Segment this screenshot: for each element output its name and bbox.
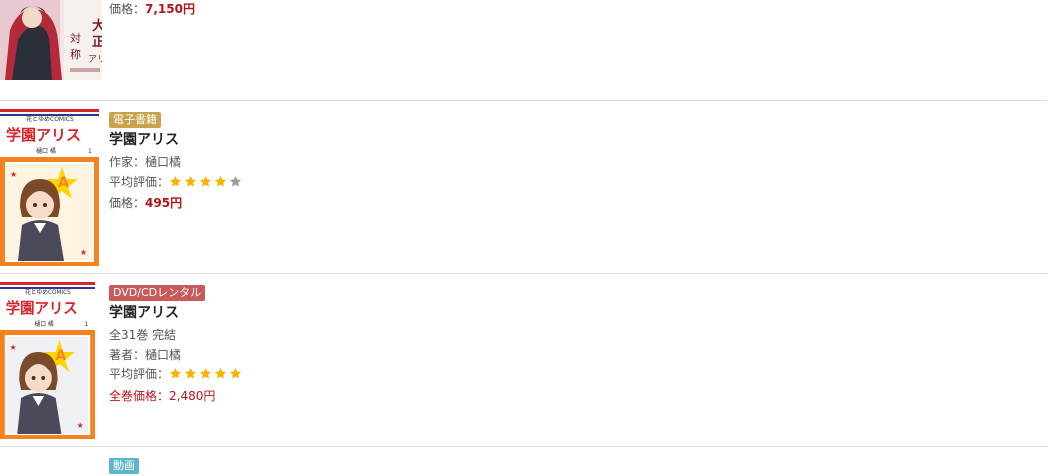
star-filled-icon: [184, 175, 197, 188]
rating-label: 平均評価：: [109, 174, 170, 189]
svg-text:アリス: アリス: [88, 55, 102, 65]
author-line: 作家：樋口橘: [109, 155, 182, 169]
svg-text:★: ★: [10, 343, 17, 352]
product-item[interactable]: 動画: [0, 447, 1047, 474]
rating-stars: [169, 175, 244, 195]
rating-label: 平均評価：: [109, 367, 170, 381]
rating-line: 平均評価：: [109, 365, 244, 387]
total-price-line: 全巻価格：2,480円: [109, 388, 216, 403]
svg-text:1: 1: [88, 148, 92, 155]
category-badge: 動画: [109, 458, 139, 474]
category-badge: 電子書籍: [109, 112, 161, 128]
svg-text:大: 大: [92, 18, 102, 34]
price-value: 495円: [145, 196, 183, 210]
svg-text:称: 称: [70, 47, 81, 61]
volumes-line: 全31巻 完結: [109, 328, 177, 342]
product-item[interactable]: 大 正 対 称 アリス 価格：7,150円: [0, 0, 1047, 100]
product-title[interactable]: 学園アリス: [109, 303, 244, 324]
svg-text:対: 対: [70, 31, 81, 45]
svg-text:正: 正: [92, 35, 102, 50]
price-label: 価格：: [109, 2, 146, 16]
rating-stars: [169, 367, 244, 387]
product-info: 電子書籍 学園アリス 作家：樋口橘 平均評価： 価格：495円: [109, 110, 244, 214]
star-filled-icon: [169, 367, 182, 380]
svg-text:学園アリス: 学園アリス: [6, 299, 78, 317]
product-info: 動画: [109, 456, 139, 476]
product-info: DVD/CDレンタル 学園アリス 全31巻 完結 著者：樋口橘 平均評価： 全巻…: [109, 283, 244, 406]
svg-text:樋口 橘: 樋口 橘: [35, 320, 54, 328]
price-label: 価格：: [109, 196, 146, 210]
star-filled-icon: [199, 367, 212, 380]
svg-text:A: A: [58, 175, 69, 191]
svg-text:A: A: [56, 348, 67, 364]
svg-text:★: ★: [10, 170, 17, 179]
svg-text:1: 1: [84, 322, 88, 328]
star-filled-icon: [214, 367, 227, 380]
price-line: 価格：7,150円: [109, 0, 195, 20]
svg-text:樋口 橘: 樋口 橘: [36, 147, 56, 155]
book-cover-image[interactable]: 大 正 対 称 アリス: [0, 0, 102, 80]
author-line: 著者：樋口橘: [109, 347, 182, 362]
product-title[interactable]: 学園アリス: [109, 130, 244, 151]
star-filled-icon: [184, 367, 197, 380]
price-line: 価格：495円: [109, 194, 244, 214]
star-filled-icon: [169, 175, 182, 188]
star-filled-icon: [214, 175, 227, 188]
star-filled-icon: [229, 367, 242, 380]
svg-text:花とゆめCOMICS: 花とゆめCOMICS: [26, 115, 74, 123]
product-item[interactable]: 花とゆめCOMICS 学園アリス 樋口 橘 1 A ★ ★ 電子書籍 学園アリス…: [0, 101, 1047, 273]
price-value: 7,150円: [145, 2, 195, 16]
svg-text:花とゆめCOMICS: 花とゆめCOMICS: [25, 288, 71, 296]
star-empty-icon: [229, 175, 242, 188]
category-badge: DVD/CDレンタル: [109, 285, 206, 301]
star-filled-icon: [199, 175, 212, 188]
svg-text:★: ★: [80, 248, 87, 257]
product-item[interactable]: 花とゆめCOMICS 学園アリス 樋口 橘 1 A ★ ★ DVD/CDレンタル…: [0, 274, 1047, 446]
svg-text:★: ★: [77, 421, 84, 430]
svg-text:学園アリス: 学園アリス: [6, 126, 81, 144]
book-cover-image[interactable]: 花とゆめCOMICS 学園アリス 樋口 橘 1 A ★ ★: [0, 280, 95, 439]
book-cover-image[interactable]: 花とゆめCOMICS 学園アリス 樋口 橘 1 A ★ ★: [0, 107, 99, 266]
rating-line: 平均評価：: [109, 173, 244, 195]
product-info: 価格：7,150円: [109, 0, 195, 20]
